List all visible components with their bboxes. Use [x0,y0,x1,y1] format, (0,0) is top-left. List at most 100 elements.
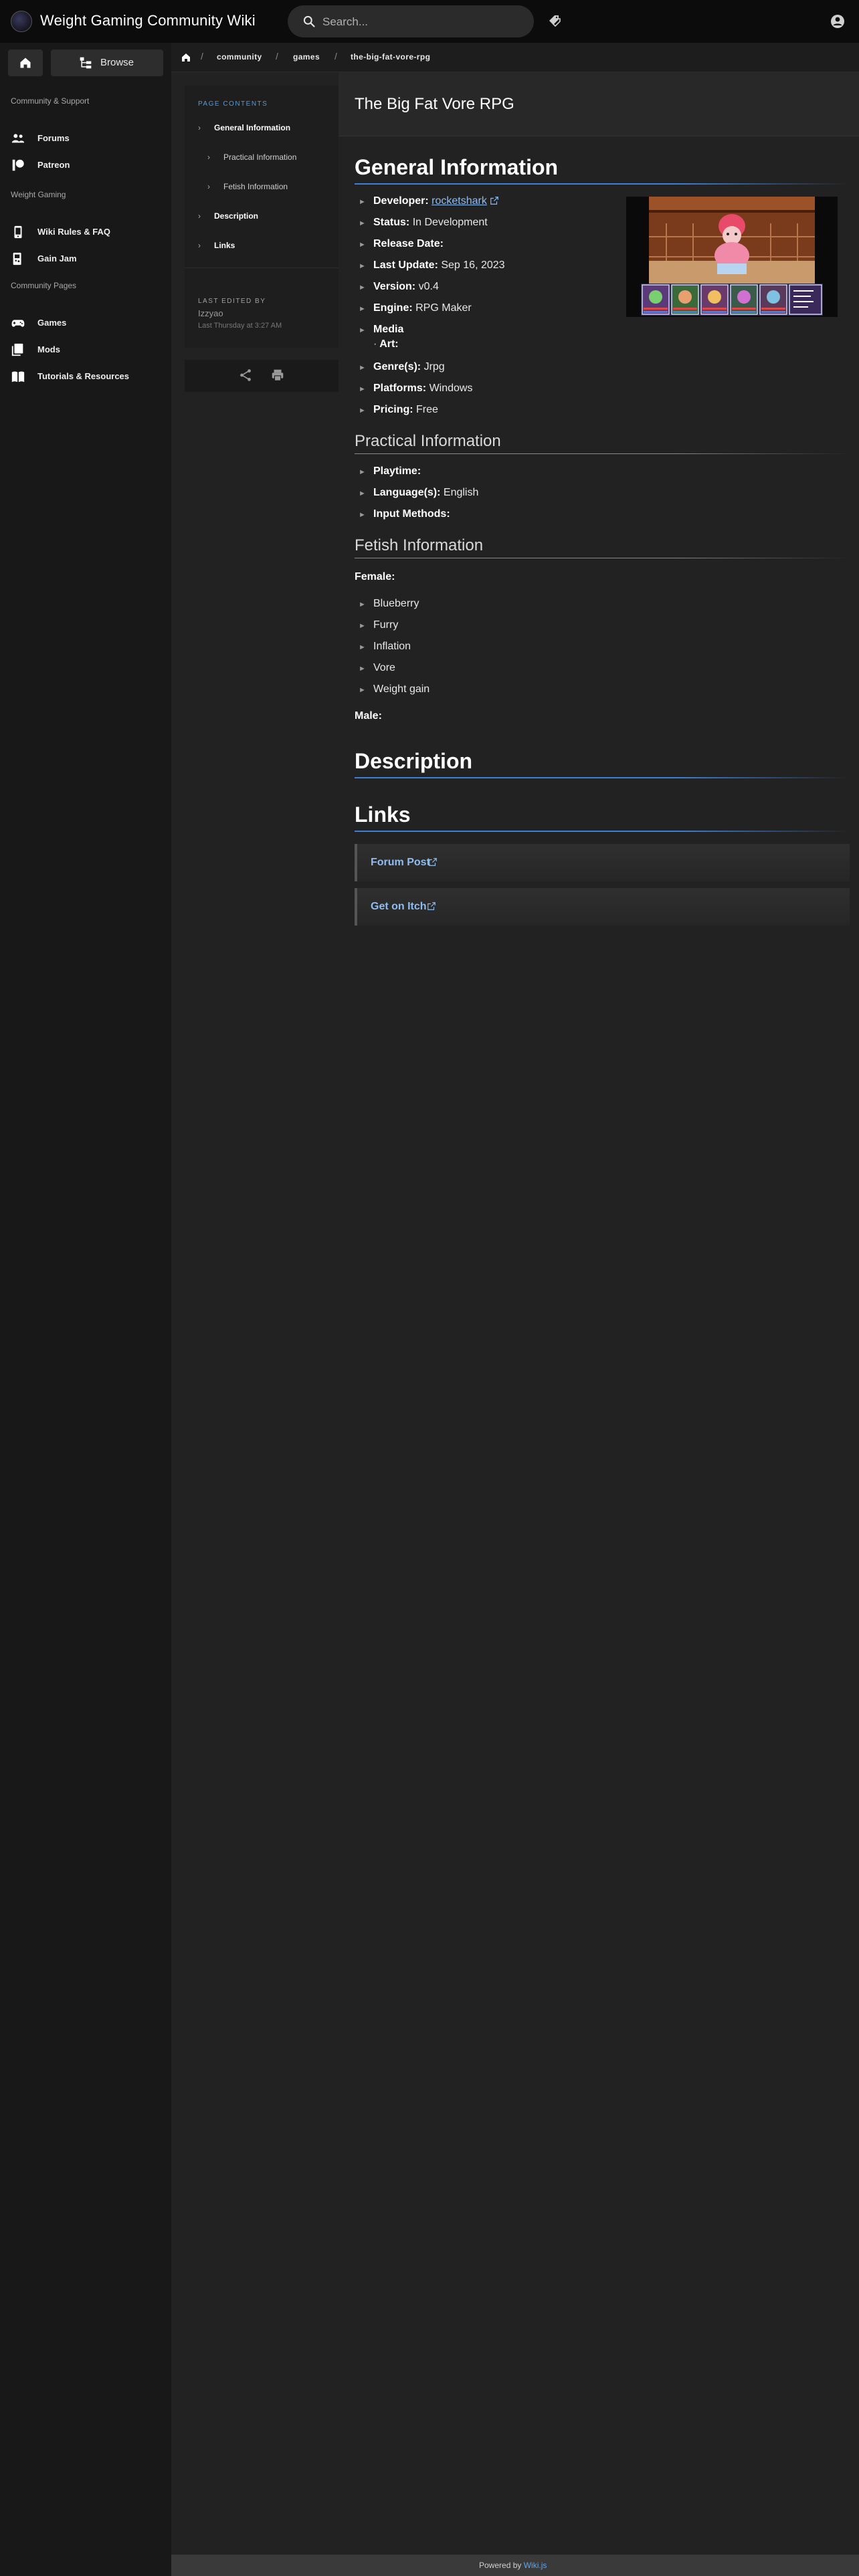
field-label: Genre(s): [373,361,421,372]
heading-divider [355,453,850,454]
toc-item-label: Fetish Information [223,182,288,191]
female-label: Female: [355,571,395,582]
nav-item-mods[interactable]: Mods [11,341,158,360]
link-forum-post[interactable]: Forum Post [355,844,850,881]
nav-item-games[interactable]: Games [11,314,158,333]
nav-item-label: Mods [37,344,60,354]
mods-icon [11,343,23,356]
field-label: Platforms: [373,383,427,394]
link-label[interactable]: Get on Itch [371,901,427,913]
patreon-icon [12,159,24,171]
page-actions [185,360,339,392]
nav-item-tutorials[interactable]: Tutorials & Resources [11,368,165,387]
field-value: RPG Maker [415,302,472,314]
info-version: ► Version: v0.4 [359,281,439,292]
toc-item-fetish-information[interactable]: › Fetish Information [207,182,332,194]
link-get-on-itch[interactable]: Get on Itch [355,888,850,926]
nav-item-wiki-rules[interactable]: Wiki Rules & FAQ [11,223,158,242]
field-value: Jrpg [423,361,445,372]
nav-item-gain-jam[interactable]: Gain Jam [11,250,158,269]
breadcrumb-separator: / [276,51,278,62]
search-bar[interactable]: Search... [288,5,534,37]
tag-item: ► Weight gain [359,683,430,695]
toc-item-general-information[interactable]: › General Information [198,123,332,135]
info-last-update: ► Last Update: Sep 16, 2023 [359,259,505,271]
field-label: Art: [379,338,399,350]
info-playtime: ► Playtime: [359,465,421,477]
nav-header-weight-gaming: Weight Gaming [11,190,66,199]
tag-label: Inflation [373,641,411,652]
toc-item-label: Description [214,211,259,221]
info-release-date: ► Release Date: [359,238,444,249]
toc-item-practical-information[interactable]: › Practical Information [207,152,332,165]
share-icon[interactable] [238,368,253,383]
nav-item-label: Games [37,318,67,328]
game-screenshot[interactable] [626,197,838,317]
nav-item-patreon[interactable]: Patreon [11,156,158,175]
breadcrumb-separator: / [201,51,203,62]
last-edited-panel: LAST EDITED BY Izzyao Last Thursday at 3… [185,267,339,348]
site-title[interactable]: Weight Gaming Community Wiki [40,12,256,29]
last-edited-header: LAST EDITED BY [198,298,266,305]
section-heading-description: Description [355,749,473,773]
toc-item-label: Practical Information [223,152,297,162]
info-media-art: · Art: [373,338,399,350]
chevron-right-icon: › [198,123,201,132]
nav-item-label: Gain Jam [37,253,77,263]
site-logo[interactable] [11,11,32,32]
tag-item: ► Vore [359,662,395,673]
field-label: Input Methods: [373,508,450,520]
info-input-methods: ► Input Methods: [359,508,450,520]
tag-label: Vore [373,662,395,673]
chevron-right-icon: › [207,152,210,162]
home-button[interactable] [8,49,43,76]
heading-divider [355,777,850,778]
print-icon[interactable] [270,368,285,383]
section-heading-practical-information: Practical Information [355,432,501,450]
male-label: Male: [355,710,382,722]
section-heading-fetish-information: Fetish Information [355,536,484,554]
breadcrumb-item[interactable]: games [293,52,320,62]
controller-icon [11,320,25,327]
external-link-icon[interactable] [490,196,499,205]
left-navigation: Browse Community & Support Forums Patreo… [0,43,171,2576]
field-value: Windows [429,383,473,394]
sub-bullet: · [373,338,377,350]
wikijs-link[interactable]: Wiki.js [524,2561,547,2570]
info-pricing: ► Pricing: Free [359,404,438,415]
nav-item-label: Forums [37,133,70,143]
chevron-right-icon: › [198,211,201,221]
tag-item: ► Inflation [359,641,411,652]
info-engine: ► Engine: RPG Maker [359,302,472,314]
breadcrumb-item[interactable]: the-big-fat-vore-rpg [351,52,430,62]
browse-button[interactable]: Browse [51,49,163,76]
top-app-bar: Weight Gaming Community Wiki Search... [0,0,859,43]
breadcrumb-item[interactable]: community [217,52,262,62]
field-value: v0.4 [418,281,439,292]
info-developer: ► Developer: rocketshark [359,195,499,207]
toc-item-links[interactable]: › Links [198,241,332,253]
nav-header-community: Community & Support [11,96,90,106]
info-languages: ► Language(s): English [359,487,479,498]
breadcrumb-home-icon[interactable] [181,52,191,63]
page-header: The Big Fat Vore RPG [339,72,859,136]
tags-icon[interactable] [547,13,563,29]
developer-link[interactable]: rocketshark [432,195,487,207]
field-label: Release Date: [373,238,444,249]
home-icon [20,58,31,68]
breadcrumb: / community / games / the-big-fat-vore-r… [171,43,859,72]
info-status: ► Status: In Development [359,217,488,228]
field-label: Version: [373,281,416,292]
account-icon[interactable] [830,13,846,29]
toc-item-description[interactable]: › Description [198,211,332,223]
search-input[interactable]: Search... [322,15,368,29]
gamepad-icon [13,252,21,265]
last-edited-user[interactable]: Izzyao [198,308,223,318]
section-heading-links: Links [355,802,411,827]
link-label[interactable]: Forum Post [371,857,430,869]
nav-item-forums[interactable]: Forums [11,130,158,148]
external-link-icon [429,858,437,866]
nav-item-label: Tutorials & Resources [37,371,130,381]
field-label: Status: [373,217,410,228]
tag-item: ► Furry [359,619,399,631]
